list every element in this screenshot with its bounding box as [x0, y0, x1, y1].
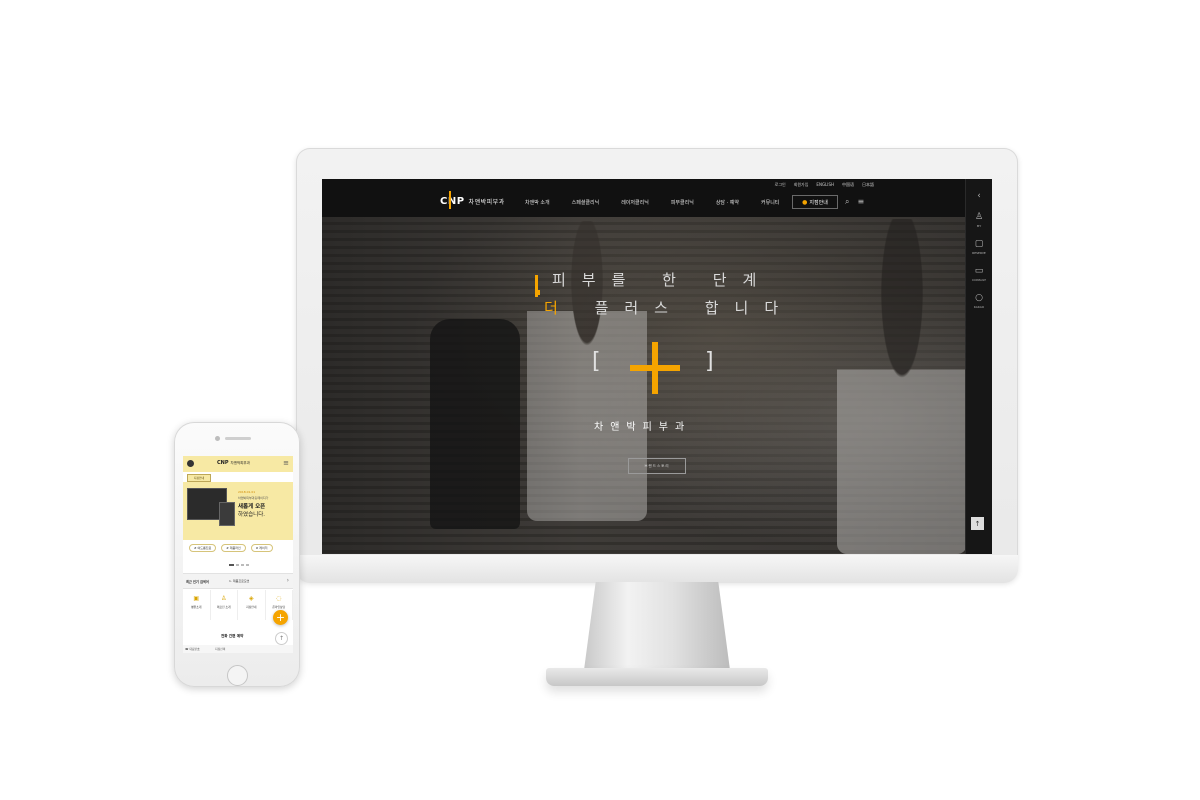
nav-item-laser-clinic[interactable]: 레이저클리닉 [621, 199, 649, 206]
mobile-scroll-top-button[interactable]: ↑ [275, 632, 288, 645]
phone-speaker [225, 437, 251, 440]
util-link-english[interactable]: ENGLISH [816, 182, 834, 188]
calendar-icon: ▢ [974, 239, 984, 249]
rail-item-consult[interactable]: ▭ CONSULT [972, 266, 986, 283]
branch-select-link[interactable]: 지점선택 [215, 647, 225, 651]
rail-item-label: MY [976, 224, 982, 228]
monitor-chin [296, 555, 1018, 583]
nav-item-community[interactable]: 커뮤니티 [761, 199, 779, 206]
quick-side-rail: ‹ ♙ MY ▢ RESERVE ▭ CONSULT ○ KAKAO ↑ [965, 179, 992, 554]
hero-tagline-highlight: 더 [544, 299, 574, 317]
scroll-top-button[interactable]: ↑ [971, 517, 984, 530]
accent-dot [535, 290, 540, 295]
quick-item-hospital[interactable]: ▣ 병원소개 [183, 590, 211, 620]
consult-icon: ◌ [276, 595, 282, 602]
phone-home-button [227, 665, 248, 686]
hero-tagline-rest: 플러스 합니다 [573, 299, 795, 317]
brand-story-button[interactable]: 브랜드스토리 [628, 458, 686, 474]
logo-mark: CNP [440, 191, 465, 209]
hero-overlay [322, 217, 966, 554]
phone-camera [215, 436, 220, 441]
util-link-signup[interactable]: 회원가입 [794, 182, 809, 188]
main-navigation: 차앤박 소개 스페셜클리닉 레이저클리닉 피부클리닉 상담 · 예약 커뮤니티 [525, 199, 779, 206]
mobile-bottom-bar: ☎ 대표번호 지점선택 [183, 645, 293, 653]
banner-phone-image [219, 502, 235, 526]
banner-line3: 하였습니다. [238, 512, 266, 518]
quick-item-label: 의료진 소개 [216, 605, 231, 609]
nav-item-special-clinic[interactable]: 스페셜클리닉 [572, 199, 600, 206]
mobile-profile-icon[interactable] [187, 460, 194, 467]
banner-line1: 차앤박피부과홈페이지가 [238, 496, 269, 500]
hashtag-laser[interactable]: # 레이저 [250, 544, 273, 552]
banner-date: 2018.01.01 [238, 490, 256, 494]
mobile-screen: CNP 차앤박피부과 ≡ 2018.01.01 차앤박피부과홈페이지가 새롭게 오… [183, 456, 293, 653]
hero-title: 차앤박피부과 [594, 422, 692, 433]
hamburger-menu-icon[interactable]: ≡ [857, 197, 864, 207]
util-link-login[interactable]: 로그인 [775, 182, 786, 188]
hashtag-acne[interactable]: # 여드름진료 [189, 544, 217, 552]
recent-search-bar[interactable]: 최근 인기 검색어 1. 제품프로모션 › [183, 573, 293, 589]
recent-search-value: 1. 제품프로모션 [229, 579, 250, 583]
util-link-chinese[interactable]: 中国语 [842, 182, 854, 188]
rail-item-label: CONSULT [972, 278, 986, 282]
map-icon: ◈ [248, 595, 254, 602]
menu-icon[interactable]: ≡ [283, 459, 289, 467]
logo-text: 차앤박피부과 [468, 199, 505, 206]
quick-item-doctors[interactable]: ♙ 의료진 소개 [211, 590, 238, 620]
plus-icon-horizontal [630, 365, 680, 371]
quick-item-label: 병원소개 [191, 605, 202, 609]
top-navigation-bar: 로그인 회원가입 ENGLISH 中国语 日本語 CNP 차앤박피부과 차앤박 … [322, 179, 966, 217]
user-icon: ♙ [974, 212, 984, 222]
location-pin-icon: ● [802, 198, 808, 206]
banner-pagination[interactable] [229, 564, 249, 566]
rail-item-my[interactable]: ♙ MY [974, 212, 984, 229]
mobile-branch-button[interactable]: 지점안내 [187, 474, 211, 482]
floating-plus-button[interactable]: + [273, 610, 288, 625]
monitor-stand-base [546, 668, 768, 686]
nav-item-skin-clinic[interactable]: 피부클리닉 [671, 199, 694, 206]
phone-booking-title: 전화 간편 예약 [221, 634, 244, 638]
mobile-banner[interactable]: 2018.01.01 차앤박피부과홈페이지가 새롭게 오픈 하였습니다. [183, 482, 293, 540]
quick-item-label: 지점안내 [246, 605, 257, 609]
util-link-japanese[interactable]: 日本語 [862, 182, 874, 188]
hero-tagline-line2: 더 플러스 합니다 [544, 297, 794, 318]
quick-item-label: 온라인상담 [272, 605, 286, 609]
pagination-dot[interactable] [246, 564, 249, 566]
site-logo[interactable]: CNP 차앤박피부과 [440, 191, 505, 209]
branch-locator-button[interactable]: ● 지점안내 [792, 195, 838, 209]
doctor-icon: ♙ [221, 595, 227, 602]
quick-item-branches[interactable]: ◈ 지점안내 [238, 590, 266, 620]
mobile-hashtags: # 여드름진료 # 제품라인 # 레이저 [189, 544, 273, 552]
nav-icon-group: ⌕ ≡ [845, 197, 864, 207]
pagination-dot[interactable] [236, 564, 239, 566]
desktop-screen: 로그인 회원가입 ENGLISH 中国语 日本語 CNP 차앤박피부과 차앤박 … [322, 179, 992, 554]
branch-button-label: 지점안내 [809, 199, 828, 206]
pagination-dot[interactable] [241, 564, 244, 566]
chat-icon: ▭ [974, 266, 984, 276]
rail-item-reserve[interactable]: ▢ RESERVE [972, 239, 986, 256]
hashtag-products[interactable]: # 제품라인 [221, 544, 246, 552]
chevron-right-icon: › [286, 577, 289, 584]
main-phone-link[interactable]: ☎ 대표번호 [185, 647, 200, 651]
pagination-dot[interactable] [229, 564, 234, 566]
banner-headline: 새롭게 오픈 [238, 504, 266, 510]
chevron-left-icon[interactable]: ‹ [977, 191, 981, 201]
hero-bracket-right: ] [705, 349, 714, 374]
hero-bracket-left: [ [592, 349, 601, 374]
nav-item-consult-reserve[interactable]: 상담 · 예약 [716, 199, 739, 206]
rail-item-label: KAKAO [973, 305, 985, 309]
rail-item-label: RESERVE [972, 251, 986, 255]
nav-item-about[interactable]: 차앤박 소개 [525, 199, 550, 206]
rail-item-kakao[interactable]: ○ KAKAO [973, 293, 985, 310]
hero-tagline-line1: 피부를 한 단계 [552, 271, 773, 289]
speech-bubble-icon: ○ [975, 293, 983, 303]
mobile-logo[interactable]: CNP 차앤박피부과 [217, 460, 250, 466]
recent-search-label: 최근 인기 검색어 [186, 580, 209, 584]
mobile-header: CNP 차앤박피부과 ≡ [183, 456, 293, 472]
utility-links: 로그인 회원가입 ENGLISH 中国语 日本語 [775, 182, 874, 188]
monitor-stand-neck [584, 582, 730, 670]
search-icon[interactable]: ⌕ [845, 197, 849, 207]
hospital-icon: ▣ [193, 595, 200, 602]
